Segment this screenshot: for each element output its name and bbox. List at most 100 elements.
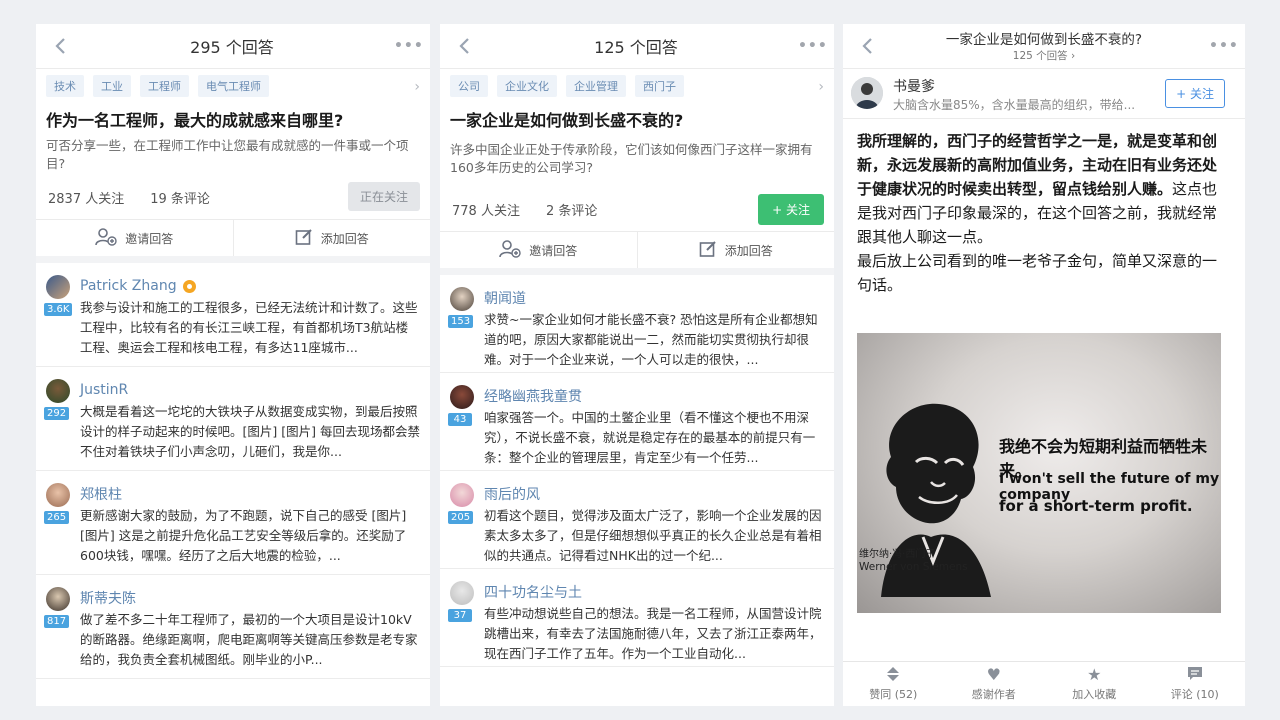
top-nav-bar: 295 个回答 ••• xyxy=(36,24,430,69)
answer-item[interactable]: 817 斯蒂夫陈 做了差不多二十年工程师了，最初的一个大项目是设计10kV的断路… xyxy=(36,575,430,679)
comment-label: 评论 (10) xyxy=(1170,688,1219,701)
question-title: 作为一名工程师，最大的成就感来自哪里? xyxy=(46,111,344,130)
answer-item[interactable]: 292 JustinR 大概是看着这一坨坨的大铁块子从数据变成实物，到最后按照设… xyxy=(36,367,430,471)
topic-tag[interactable]: 企业管理 xyxy=(566,75,626,97)
vote-count: 43 xyxy=(448,413,472,426)
author-name[interactable]: 书曼爹 xyxy=(893,76,935,96)
avatar[interactable] xyxy=(851,77,883,109)
comment-count[interactable]: 19 条评论 xyxy=(150,188,210,207)
avatar[interactable] xyxy=(46,275,70,299)
follower-count: 778 人关注 xyxy=(452,203,520,219)
following-button[interactable]: 正在关注 xyxy=(347,182,420,211)
vote-count: 265 xyxy=(44,511,70,524)
topic-tags: 公司 企业文化 企业管理 西门子 › xyxy=(440,69,834,103)
add-answer-button[interactable]: 添加回答 xyxy=(636,232,835,268)
author-bio: 大脑含水量85%，含水量最高的组织，带给... xyxy=(893,98,1136,112)
question-description: 许多中国企业正处于传承阶段，它们该如何像西门子这样一家拥有160多年历史的公司学… xyxy=(450,142,813,175)
avatar[interactable] xyxy=(450,581,474,605)
answer-body-paragraph: 最后放上公司看到的唯一老爷子金句，简单又深意的一句话。 xyxy=(857,252,1218,294)
answer-detail-screen: 一家企业是如何做到长盛不衰的? 125 个回答 › ••• 书曼爹 大脑含水量8… xyxy=(843,24,1245,706)
follow-author-button[interactable]: + 关注 xyxy=(1165,79,1225,108)
invite-user-icon xyxy=(499,239,521,261)
edit-icon xyxy=(295,228,313,249)
question-description: 可否分享一些，在工程师工作中让您最有成就感的一件事或一个项目? xyxy=(46,138,409,171)
siemens-quote-photo[interactable]: 我绝不会为短期利益而牺牲未来。 I won't sell the future … xyxy=(857,333,1221,613)
answer-body: 我所理解的，西门子的经营哲学之一是，就是变革和创新，永远发展新的高附加值业务，主… xyxy=(843,119,1245,297)
answer-item[interactable]: 153 朝闻道 求赞~一家企业如何才能长盛不衰? 恐怕这是所有企业都想知道的吧，… xyxy=(440,275,834,373)
avatar[interactable] xyxy=(46,379,70,403)
answer-count-link[interactable]: 125 个回答 › xyxy=(843,48,1245,63)
caption-chinese: 维尔纳·冯·西门子 xyxy=(859,549,936,560)
answer-author[interactable]: Patrick Zhang xyxy=(80,278,177,294)
avatar[interactable] xyxy=(450,287,474,311)
add-answer-button[interactable]: 添加回答 xyxy=(232,220,431,256)
answer-author[interactable]: JustinR xyxy=(80,382,128,398)
upvote-tab[interactable]: 赞同 (52) xyxy=(843,662,944,706)
answer-item[interactable]: 205 雨后的风 初看这个题目，觉得涉及面太广泛了，影响一个企业发展的因素太多太… xyxy=(440,471,834,569)
caption-english: Werner von Siemens xyxy=(859,561,968,573)
header-title: 295 个回答 xyxy=(190,38,274,57)
comment-icon xyxy=(1187,666,1203,684)
more-options-icon[interactable]: ••• xyxy=(394,38,423,54)
answer-action-bar: 赞同 (52) ♥ 感谢作者 ★ 加入收藏 评论 (10) xyxy=(843,661,1245,706)
topic-tag[interactable]: 电气工程师 xyxy=(198,75,269,97)
back-arrow-icon[interactable] xyxy=(50,36,70,56)
comment-count[interactable]: 2 条评论 xyxy=(546,200,597,219)
chevron-right-icon[interactable]: › xyxy=(818,79,824,95)
question-title: 一家企业是如何做到长盛不衰的? xyxy=(450,111,684,130)
answer-item[interactable]: 265 郑根柱 更新感谢大家的鼓励，为了不跑题，说下自己的感受 [图片] [图片… xyxy=(36,471,430,575)
heart-icon: ♥ xyxy=(986,665,1001,684)
invite-answer-label: 邀请回答 xyxy=(125,231,174,246)
answer-excerpt: 我参与设计和施工的工程很多，已经无法统计和计数了。这些工程中，比较有名的有长江三… xyxy=(80,300,418,355)
collect-tab[interactable]: ★ 加入收藏 xyxy=(1044,662,1145,706)
vote-count: 205 xyxy=(448,511,474,524)
answer-excerpt: 初看这个题目，觉得涉及面太广泛了，影响一个企业发展的因素太多太多了，但是仔细想想… xyxy=(484,508,822,563)
answer-item[interactable]: 3.6K Patrick Zhang 我参与设计和施工的工程很多，已经无法统计和… xyxy=(36,263,430,367)
question-stats: 778 人关注 2 条评论 + 关注 xyxy=(440,187,834,231)
avatar[interactable] xyxy=(46,483,70,507)
avatar[interactable] xyxy=(450,385,474,409)
answer-item[interactable]: 37 四十功名尘与土 有些冲动想说些自己的想法。我是一名工程师，从国营设计院跳槽… xyxy=(440,569,834,667)
invite-answer-button[interactable]: 邀请回答 xyxy=(36,220,233,256)
invite-answer-button[interactable]: 邀请回答 xyxy=(440,232,637,268)
topic-tag[interactable]: 公司 xyxy=(450,75,488,97)
topic-tag[interactable]: 技术 xyxy=(46,75,84,97)
question-stats: 2837 人关注 19 条评论 正在关注 xyxy=(36,175,430,219)
top-nav-bar: 125 个回答 ••• xyxy=(440,24,834,69)
more-options-icon[interactable]: ••• xyxy=(798,38,827,54)
back-arrow-icon[interactable] xyxy=(454,36,474,56)
topic-tags: 技术 工业 工程师 电气工程师 › xyxy=(36,69,430,103)
follow-button[interactable]: + 关注 xyxy=(758,194,824,225)
answer-author[interactable]: 郑根柱 xyxy=(80,484,122,504)
topic-tag[interactable]: 西门子 xyxy=(635,75,684,97)
answer-author[interactable]: 雨后的风 xyxy=(484,484,540,504)
answer-excerpt: 做了差不多二十年工程师了，最初的一个大项目是设计10kV的断路器。绝缘距离啊，爬… xyxy=(80,612,418,667)
add-answer-label: 添加回答 xyxy=(320,231,369,246)
avatar[interactable] xyxy=(450,483,474,507)
vote-count: 37 xyxy=(448,609,472,622)
question-title[interactable]: 一家企业是如何做到长盛不衰的? xyxy=(843,28,1245,48)
header-title: 125 个回答 xyxy=(594,38,678,57)
quote-english-line2: for a short-term profit. xyxy=(999,497,1193,515)
answer-author[interactable]: 经略幽燕我童贯 xyxy=(484,386,582,406)
comment-tab[interactable]: 评论 (10) xyxy=(1145,662,1246,706)
question-actions: 邀请回答 添加回答 xyxy=(36,219,430,263)
edit-icon xyxy=(699,240,717,261)
top-nav-bar: 一家企业是如何做到长盛不衰的? 125 个回答 › ••• xyxy=(843,24,1245,69)
chevron-right-icon[interactable]: › xyxy=(414,79,420,95)
thumb-up-icon xyxy=(886,666,900,684)
answer-author[interactable]: 四十功名尘与土 xyxy=(484,582,582,602)
answer-author[interactable]: 朝闻道 xyxy=(484,288,526,308)
topic-tag[interactable]: 工业 xyxy=(93,75,131,97)
answer-author-bar: 书曼爹 大脑含水量85%，含水量最高的组织，带给... + 关注 xyxy=(843,69,1245,119)
thank-author-tab[interactable]: ♥ 感谢作者 xyxy=(944,662,1045,706)
answer-item[interactable]: 43 经略幽燕我童贯 咱家强答一个。中国的土鳖企业里（看不懂这个梗也不用深究），… xyxy=(440,373,834,471)
follower-count: 2837 人关注 xyxy=(48,191,125,207)
avatar[interactable] xyxy=(46,587,70,611)
topic-tag[interactable]: 工程师 xyxy=(140,75,189,97)
question-screen-enterprise: 125 个回答 ••• 公司 企业文化 企业管理 西门子 › 一家企业是如何做到… xyxy=(440,24,834,706)
answer-author[interactable]: 斯蒂夫陈 xyxy=(80,588,136,608)
answer-excerpt: 大概是看着这一坨坨的大铁块子从数据变成实物，到最后按照设计的样子动起来的时候吧。… xyxy=(80,404,420,459)
topic-tag[interactable]: 企业文化 xyxy=(497,75,557,97)
more-options-icon[interactable]: ••• xyxy=(1209,38,1238,54)
